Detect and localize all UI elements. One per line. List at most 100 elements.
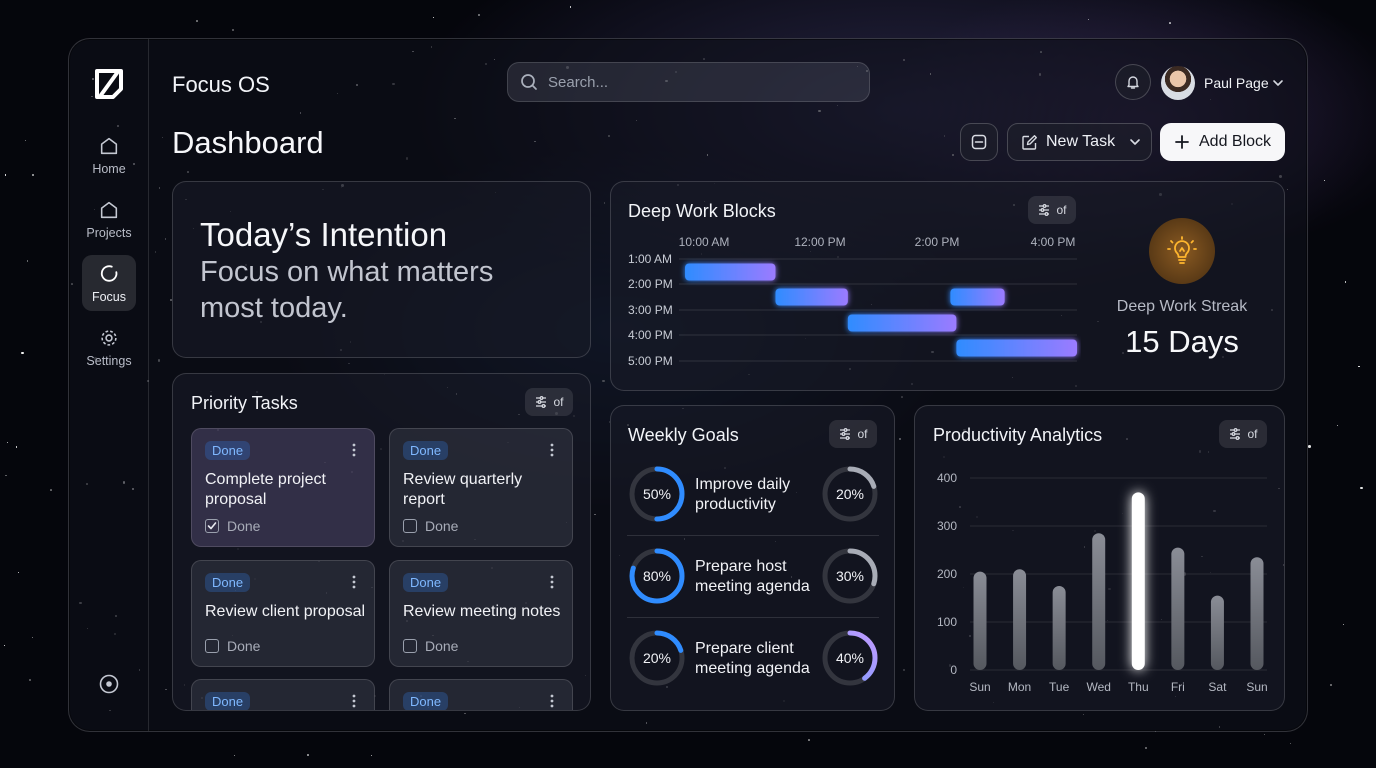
options-pill[interactable]: of <box>525 388 573 416</box>
x-tick-label: Wed <box>1086 680 1110 694</box>
bar[interactable] <box>1210 595 1224 670</box>
goal-label: Prepare host meeting agenda <box>695 558 810 595</box>
bar[interactable] <box>1171 547 1185 670</box>
status-badge: Done <box>205 441 251 460</box>
more-options-icon[interactable] <box>544 442 560 458</box>
sidebar-item-focus[interactable]: Focus <box>82 255 136 311</box>
bar[interactable] <box>1092 533 1106 670</box>
task-done-checkbox[interactable]: Done <box>205 518 260 534</box>
task-done-checkbox[interactable]: Done <box>205 638 260 654</box>
user-name[interactable]: Paul Page <box>1204 75 1269 91</box>
chevron-down-icon[interactable] <box>1272 77 1284 89</box>
deep-work-card: Deep Work Blocks of 10:00 AM 12:00 PM 2:00… <box>610 181 1285 391</box>
search-input[interactable] <box>548 73 848 91</box>
record-icon[interactable] <box>98 673 120 695</box>
sidebar-item-settings[interactable]: Settings <box>82 319 136 375</box>
status-badge: Done <box>205 692 251 710</box>
star <box>1358 366 1360 368</box>
work-block[interactable] <box>956 339 1077 357</box>
more-options-icon[interactable] <box>544 574 560 590</box>
add-block-button[interactable]: Add Block <box>1160 123 1285 161</box>
x-tick-label: Sun <box>1246 680 1267 694</box>
task-done-checkbox[interactable]: Done <box>403 518 458 534</box>
star <box>432 16 435 19</box>
star <box>31 636 34 639</box>
sidebar-item-home[interactable]: Home <box>82 127 136 183</box>
work-block[interactable] <box>685 263 776 281</box>
pill-label: of <box>553 395 564 409</box>
goal-row[interactable]: 20% Prepare client meeting agenda 40% <box>627 628 879 688</box>
new-task-label: New Task <box>1046 133 1116 150</box>
ring-label: 80% <box>643 568 671 584</box>
app-logo-icon[interactable] <box>91 67 127 101</box>
gear-icon <box>101 329 117 346</box>
goal-row[interactable]: 50% Improve daily productivity 20% <box>627 464 879 524</box>
streak-badge <box>1149 218 1215 284</box>
search-icon <box>521 74 537 90</box>
task-card[interactable]: Done Review quarterly report Done <box>389 428 573 547</box>
more-options-icon[interactable] <box>346 574 362 590</box>
sidebar-item-label: Settings <box>86 353 132 368</box>
avatar[interactable] <box>1161 66 1195 100</box>
star <box>1169 22 1172 25</box>
more-options-icon[interactable] <box>346 693 362 709</box>
star <box>1263 733 1266 736</box>
x-tick-label: Fri <box>1171 680 1185 694</box>
bar[interactable] <box>1131 492 1145 670</box>
star <box>808 738 811 741</box>
checkbox-icon <box>403 519 417 533</box>
star <box>17 571 19 573</box>
task-card[interactable]: Done <box>191 679 375 710</box>
productivity-analytics-card: Productivity Analytics of 0 100 200 300 400 S… <box>914 405 1285 711</box>
star <box>24 139 26 141</box>
task-card[interactable]: Done <box>389 679 573 710</box>
notifications-button[interactable] <box>1115 64 1151 100</box>
sidebar-item-label: Projects <box>86 225 132 240</box>
more-options-icon[interactable] <box>346 442 362 458</box>
row-label: 1:00 AM <box>628 252 672 266</box>
minus-square-icon <box>971 134 987 150</box>
star <box>1345 281 1347 283</box>
lightbulb-icon <box>1167 236 1197 264</box>
y-tick-label: 400 <box>937 471 957 485</box>
task-card[interactable]: Done Review meeting notes Done <box>389 560 573 667</box>
new-task-button[interactable]: New Task <box>1007 123 1152 161</box>
goal-label: Improve daily productivity <box>695 476 791 513</box>
sidebar-item-label: Home <box>92 161 126 176</box>
card-title: Weekly Goals <box>628 425 739 445</box>
checkbox-label: Done <box>425 518 459 534</box>
x-tick-label: Sun <box>969 680 990 694</box>
star <box>569 6 572 9</box>
bar[interactable] <box>1250 557 1264 670</box>
app-window: Home Projects Focus Settings Focus OS Pa… <box>68 38 1308 732</box>
checkbox-checked-icon <box>205 519 219 533</box>
task-title: Review meeting notes <box>403 603 561 620</box>
bar[interactable] <box>1013 569 1027 670</box>
edit-icon <box>1022 134 1037 150</box>
options-pill[interactable]: of <box>829 420 877 448</box>
streak-label: Deep Work Streak <box>1116 298 1248 315</box>
goal-row[interactable]: 80% Prepare host meeting agenda 30% <box>627 546 879 606</box>
work-block[interactable] <box>950 288 1005 306</box>
star <box>32 173 35 176</box>
task-done-checkbox[interactable]: Done <box>403 638 458 654</box>
star <box>49 489 52 492</box>
y-tick-label: 0 <box>950 663 957 677</box>
work-block[interactable] <box>847 314 957 332</box>
star <box>234 754 236 757</box>
streak-value: 15 Days <box>1125 324 1239 359</box>
task-card[interactable]: Done Complete project proposal Done <box>191 428 375 547</box>
more-options-icon[interactable] <box>544 693 560 709</box>
bar[interactable] <box>1052 586 1066 670</box>
ring-label: 30% <box>836 568 864 584</box>
work-block[interactable] <box>775 288 848 306</box>
star <box>1308 445 1311 449</box>
collapse-button[interactable] <box>960 123 998 161</box>
progress-ring: 40% <box>822 630 878 686</box>
progress-ring: 30% <box>822 548 878 604</box>
sidebar-item-projects[interactable]: Projects <box>82 191 136 247</box>
sidebar: Home Projects Focus Settings <box>69 39 149 731</box>
search-bar[interactable] <box>507 62 870 102</box>
task-card[interactable]: Done Review client proposal Done <box>191 560 375 667</box>
bar[interactable] <box>973 571 987 670</box>
